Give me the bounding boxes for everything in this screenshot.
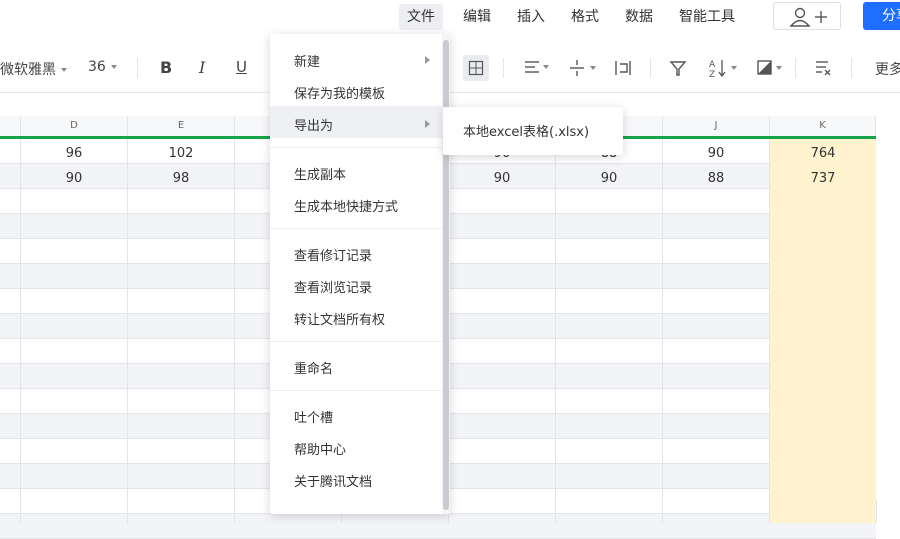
conditional-format-button[interactable] bbox=[756, 59, 784, 77]
cell-d1[interactable]: 96 bbox=[21, 141, 127, 166]
grid-line bbox=[662, 139, 663, 523]
toolbar-divider bbox=[851, 58, 852, 78]
wrap-text-button[interactable] bbox=[614, 59, 632, 77]
column-header-j[interactable]: J bbox=[663, 116, 770, 136]
font-family-value: 微软雅黑 bbox=[0, 62, 56, 78]
svg-text:A: A bbox=[709, 60, 716, 70]
cell-k2[interactable]: 737 bbox=[770, 166, 876, 191]
menu-item-save-as-template[interactable]: 保存为我的模板 bbox=[294, 83, 385, 102]
italic-button[interactable]: I bbox=[199, 58, 205, 77]
menu-item-new[interactable]: 新建 bbox=[294, 51, 320, 70]
column-header-e[interactable]: E bbox=[128, 116, 235, 136]
column-header-d[interactable]: D bbox=[21, 116, 128, 136]
menu-insert[interactable]: 插入 bbox=[509, 4, 553, 30]
wrap-text-icon bbox=[615, 61, 631, 75]
cell-h2[interactable]: 90 bbox=[449, 166, 555, 191]
align-icon bbox=[525, 61, 549, 73]
merge-cells-button[interactable] bbox=[463, 55, 489, 81]
menu-edit[interactable]: 编辑 bbox=[455, 4, 499, 30]
column-header-c[interactable] bbox=[0, 116, 21, 136]
menu-file[interactable]: 文件 bbox=[399, 4, 443, 30]
grid-line bbox=[555, 139, 556, 523]
menu-smart-tools[interactable]: 智能工具 bbox=[671, 4, 743, 30]
svg-text:Z: Z bbox=[709, 70, 715, 78]
menu-item-revision-history[interactable]: 查看修订记录 bbox=[294, 245, 372, 264]
grid-line bbox=[769, 139, 770, 523]
conditional-format-icon bbox=[757, 60, 782, 75]
merge-cells-icon bbox=[468, 60, 484, 76]
toolbar-divider bbox=[503, 58, 504, 78]
toolbar-divider bbox=[795, 58, 796, 78]
chevron-down-icon bbox=[110, 65, 117, 69]
column-header-k[interactable]: K bbox=[770, 116, 876, 136]
menu-divider bbox=[270, 228, 442, 229]
menu-item-make-copy[interactable]: 生成副本 bbox=[294, 164, 346, 183]
cell-j1[interactable]: 90 bbox=[663, 141, 769, 166]
cell-e1[interactable]: 102 bbox=[128, 141, 234, 166]
clear-format-button[interactable] bbox=[814, 59, 832, 77]
add-collaborator-button[interactable] bbox=[773, 2, 841, 30]
bold-button[interactable]: B bbox=[160, 58, 172, 77]
horizontal-align-button[interactable] bbox=[523, 59, 549, 75]
menu-divider bbox=[270, 147, 442, 148]
grid-line bbox=[127, 139, 128, 523]
cell-d2[interactable]: 90 bbox=[21, 166, 127, 191]
menu-item-create-shortcut[interactable]: 生成本地快捷方式 bbox=[294, 196, 398, 215]
submenu-arrow-icon bbox=[425, 56, 430, 64]
grid-line bbox=[20, 139, 21, 523]
share-button[interactable]: 分享 bbox=[863, 2, 900, 30]
sheet-right-margin bbox=[876, 116, 900, 500]
cell-k1[interactable]: 764 bbox=[770, 141, 876, 166]
export-submenu: 本地excel表格(.xlsx) bbox=[443, 107, 623, 155]
grid-line bbox=[234, 139, 235, 523]
more-button[interactable]: 更多 bbox=[875, 59, 900, 79]
vertical-align-icon bbox=[570, 60, 596, 76]
sort-az-icon: A Z bbox=[709, 60, 737, 78]
clear-format-icon bbox=[816, 61, 831, 76]
menu-item-about[interactable]: 关于腾讯文档 bbox=[294, 471, 372, 490]
filter-button[interactable] bbox=[669, 59, 687, 77]
submenu-arrow-icon bbox=[425, 120, 430, 128]
menu-format[interactable]: 格式 bbox=[563, 4, 607, 30]
filter-icon bbox=[669, 61, 687, 76]
menu-item-help-center[interactable]: 帮助中心 bbox=[294, 439, 346, 458]
sort-button[interactable]: A Z bbox=[708, 58, 740, 78]
file-menu-dropdown: 新建 保存为我的模板 导出为 生成副本 生成本地快捷方式 查看修订记录 查看浏览… bbox=[270, 34, 450, 514]
menu-item-export-as[interactable]: 导出为 bbox=[294, 115, 333, 134]
menu-item-view-history[interactable]: 查看浏览记录 bbox=[294, 277, 372, 296]
chevron-down-icon bbox=[61, 68, 67, 72]
cell-e2[interactable]: 98 bbox=[128, 166, 234, 191]
add-user-icon bbox=[789, 7, 827, 27]
menu-item-rename[interactable]: 重命名 bbox=[294, 358, 333, 377]
spreadsheet-grid[interactable]: D E J K 96 102 90 88 90 764 90 98 90 90 … bbox=[0, 116, 900, 539]
font-size-value: 36 bbox=[88, 59, 106, 75]
toolbar-divider bbox=[650, 58, 651, 78]
menu-scrollbar[interactable] bbox=[442, 34, 450, 514]
menu-data[interactable]: 数据 bbox=[617, 4, 661, 30]
menu-item-feedback[interactable]: 吐个槽 bbox=[294, 407, 333, 426]
menu-bar: 文件 编辑 插入 格式 数据 智能工具 分享 bbox=[0, 0, 900, 34]
menu-item-transfer-ownership[interactable]: 转让文档所有权 bbox=[294, 309, 385, 328]
highlighted-column-k bbox=[770, 139, 876, 523]
toolbar-divider bbox=[137, 58, 138, 78]
table-row bbox=[0, 514, 876, 539]
menu-divider bbox=[270, 341, 442, 342]
vertical-align-button[interactable] bbox=[568, 59, 598, 77]
font-size-select[interactable]: 36 bbox=[88, 59, 117, 75]
menu-item-export-xlsx[interactable]: 本地excel表格(.xlsx) bbox=[463, 121, 589, 140]
font-family-select[interactable]: 微软雅黑 bbox=[0, 59, 67, 79]
cell-i2[interactable]: 90 bbox=[556, 166, 662, 191]
toolbar: 微软雅黑 36 B I U A Z 更多 bbox=[0, 34, 900, 93]
underline-button[interactable]: U bbox=[236, 58, 247, 76]
menu-divider bbox=[270, 390, 442, 391]
cell-j2[interactable]: 88 bbox=[663, 166, 769, 191]
